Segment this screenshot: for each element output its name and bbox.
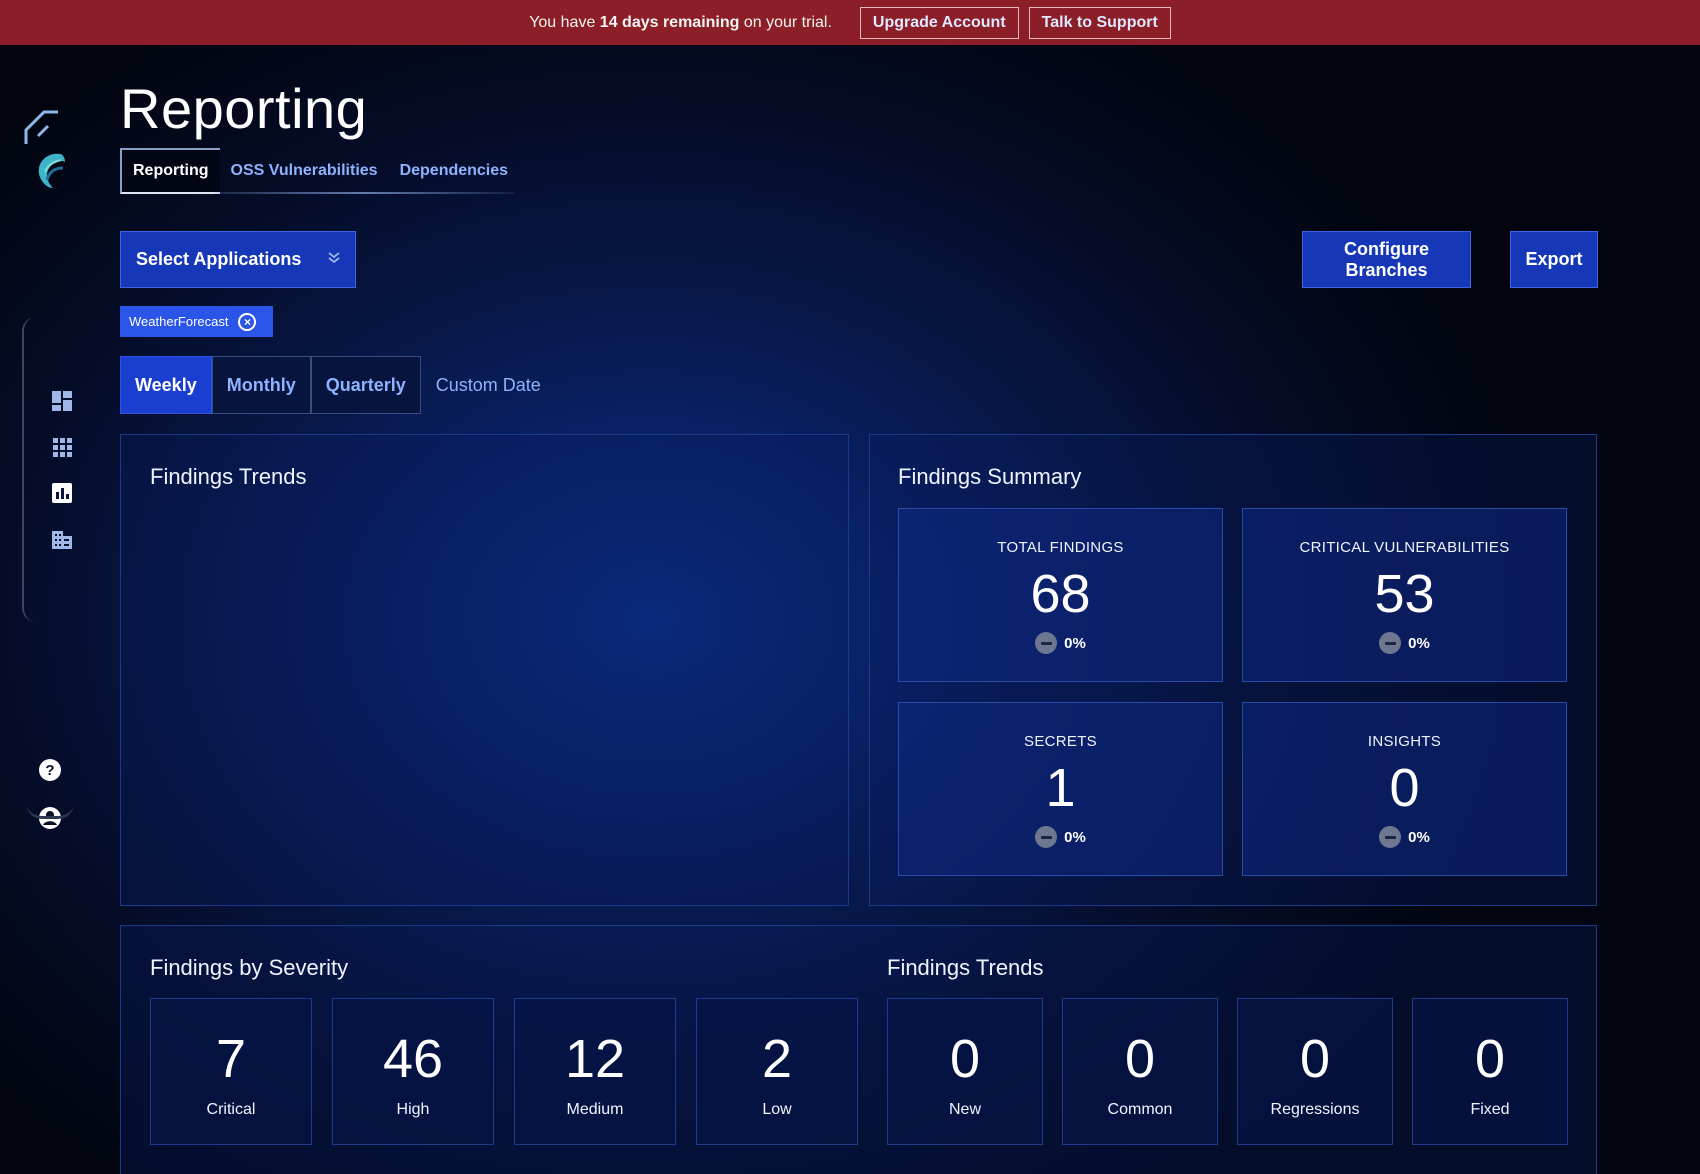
- period-quarterly[interactable]: Quarterly: [310, 356, 421, 414]
- tile-value: 0: [1474, 1029, 1506, 1089]
- trend-tile-new[interactable]: 0 New: [887, 998, 1043, 1145]
- period-weekly[interactable]: Weekly: [120, 356, 212, 414]
- tile-label: New: [948, 1101, 981, 1118]
- period-custom-date[interactable]: Custom Date: [421, 356, 555, 414]
- period-selector: Weekly Monthly Quarterly Custom Date: [120, 356, 555, 414]
- summary-card-label: TOTAL FINDINGS: [997, 539, 1124, 556]
- tile-label: Low: [762, 1101, 792, 1118]
- trial-banner: You have 14 days remaining on your trial…: [0, 0, 1700, 45]
- svg-text:?: ?: [45, 762, 54, 779]
- summary-card-value: 68: [1030, 564, 1091, 624]
- chevron-double-down-icon: [327, 249, 341, 270]
- tile-label: Regressions: [1270, 1101, 1360, 1118]
- trend-tile-fixed[interactable]: 0 Fixed: [1412, 998, 1568, 1145]
- severity-tile-low[interactable]: 2 Low: [696, 998, 858, 1145]
- tile-label: Common: [1107, 1101, 1173, 1118]
- page-title: Reporting: [120, 77, 368, 140]
- summary-card-critical-vulnerabilities[interactable]: CRITICAL VULNERABILITIES 53 0%: [1242, 508, 1567, 682]
- chart-icon[interactable]: [50, 481, 74, 505]
- summary-card-label: INSIGHTS: [1367, 733, 1442, 750]
- tab-bar: Reporting OSS Vulnerabilities Dependenci…: [120, 147, 519, 195]
- tile-label: Medium: [566, 1101, 624, 1118]
- back-arrow-icon[interactable]: [20, 107, 64, 149]
- tile-value: 0: [1124, 1029, 1156, 1089]
- close-icon[interactable]: ×: [238, 312, 257, 331]
- summary-card-value: 0: [1389, 758, 1420, 818]
- tile-value: 2: [761, 1029, 793, 1089]
- logo-icon[interactable]: [30, 149, 70, 191]
- apps-grid-icon[interactable]: [50, 435, 74, 459]
- sidebar-bottom-arc: [26, 803, 74, 819]
- tile-value: 46: [382, 1029, 444, 1089]
- trend-tile-common[interactable]: 0 Common: [1062, 998, 1218, 1145]
- application-chip-label: WeatherForecast: [129, 314, 229, 329]
- findings-summary-title: Findings Summary: [898, 464, 1082, 489]
- tile-value: 0: [949, 1029, 981, 1089]
- application-chip: WeatherForecast ×: [120, 306, 273, 337]
- summary-card-total-findings[interactable]: TOTAL FINDINGS 68 0%: [898, 508, 1223, 682]
- tile-value: 7: [215, 1029, 247, 1089]
- severity-tile-medium[interactable]: 12 Medium: [514, 998, 676, 1145]
- summary-card-secrets[interactable]: SECRETS 1 0%: [898, 702, 1223, 876]
- summary-card-label: SECRETS: [1024, 733, 1097, 750]
- tile-label: Critical: [206, 1101, 256, 1118]
- talk-to-support-button[interactable]: Talk to Support: [1028, 6, 1171, 39]
- sidebar-rail: [22, 317, 42, 622]
- tile-label: Fixed: [1470, 1101, 1510, 1118]
- trend-tile-regressions[interactable]: 0 Regressions: [1237, 998, 1393, 1145]
- summary-card-delta: 0%: [1035, 826, 1086, 848]
- summary-card-delta: 0%: [1379, 826, 1430, 848]
- severity-tile-critical[interactable]: 7 Critical: [150, 998, 312, 1145]
- export-button[interactable]: Export: [1510, 231, 1598, 288]
- tab-dependencies[interactable]: Dependencies: [389, 148, 519, 194]
- summary-card-delta: 0%: [1035, 632, 1086, 654]
- severity-tile-high[interactable]: 46 High: [332, 998, 494, 1145]
- minus-circle-icon: [1035, 826, 1058, 848]
- minus-circle-icon: [1035, 632, 1058, 654]
- summary-card-value: 53: [1374, 564, 1435, 624]
- sidebar: ?: [0, 45, 100, 1174]
- tile-value: 12: [564, 1029, 626, 1089]
- dashboard-icon[interactable]: [50, 389, 74, 413]
- tab-oss-vulnerabilities[interactable]: OSS Vulnerabilities: [220, 148, 389, 194]
- tile-value: 0: [1299, 1029, 1331, 1089]
- help-icon[interactable]: ?: [37, 757, 63, 783]
- tab-underline: [215, 192, 515, 194]
- summary-card-label: CRITICAL VULNERABILITIES: [1299, 539, 1510, 556]
- upgrade-account-button[interactable]: Upgrade Account: [859, 6, 1019, 39]
- findings-trends-title: Findings Trends: [150, 464, 307, 489]
- findings-by-severity-title: Findings by Severity: [150, 955, 349, 980]
- findings-trends-panel: [120, 434, 849, 906]
- configure-branches-button[interactable]: Configure Branches: [1302, 231, 1471, 288]
- minus-circle-icon: [1379, 632, 1402, 654]
- trial-message: You have 14 days remaining on your trial…: [529, 13, 832, 31]
- tab-reporting[interactable]: Reporting: [120, 148, 220, 194]
- tile-label: High: [396, 1101, 430, 1118]
- summary-card-delta: 0%: [1379, 632, 1430, 654]
- period-monthly[interactable]: Monthly: [211, 356, 311, 414]
- summary-card-insights[interactable]: INSIGHTS 0 0%: [1242, 702, 1567, 876]
- building-icon[interactable]: [50, 527, 74, 551]
- findings-trends-counts-title: Findings Trends: [887, 955, 1044, 980]
- select-applications-dropdown[interactable]: Select Applications: [120, 231, 356, 288]
- summary-card-value: 1: [1045, 758, 1076, 818]
- select-applications-label: Select Applications: [136, 249, 302, 269]
- minus-circle-icon: [1379, 826, 1402, 848]
